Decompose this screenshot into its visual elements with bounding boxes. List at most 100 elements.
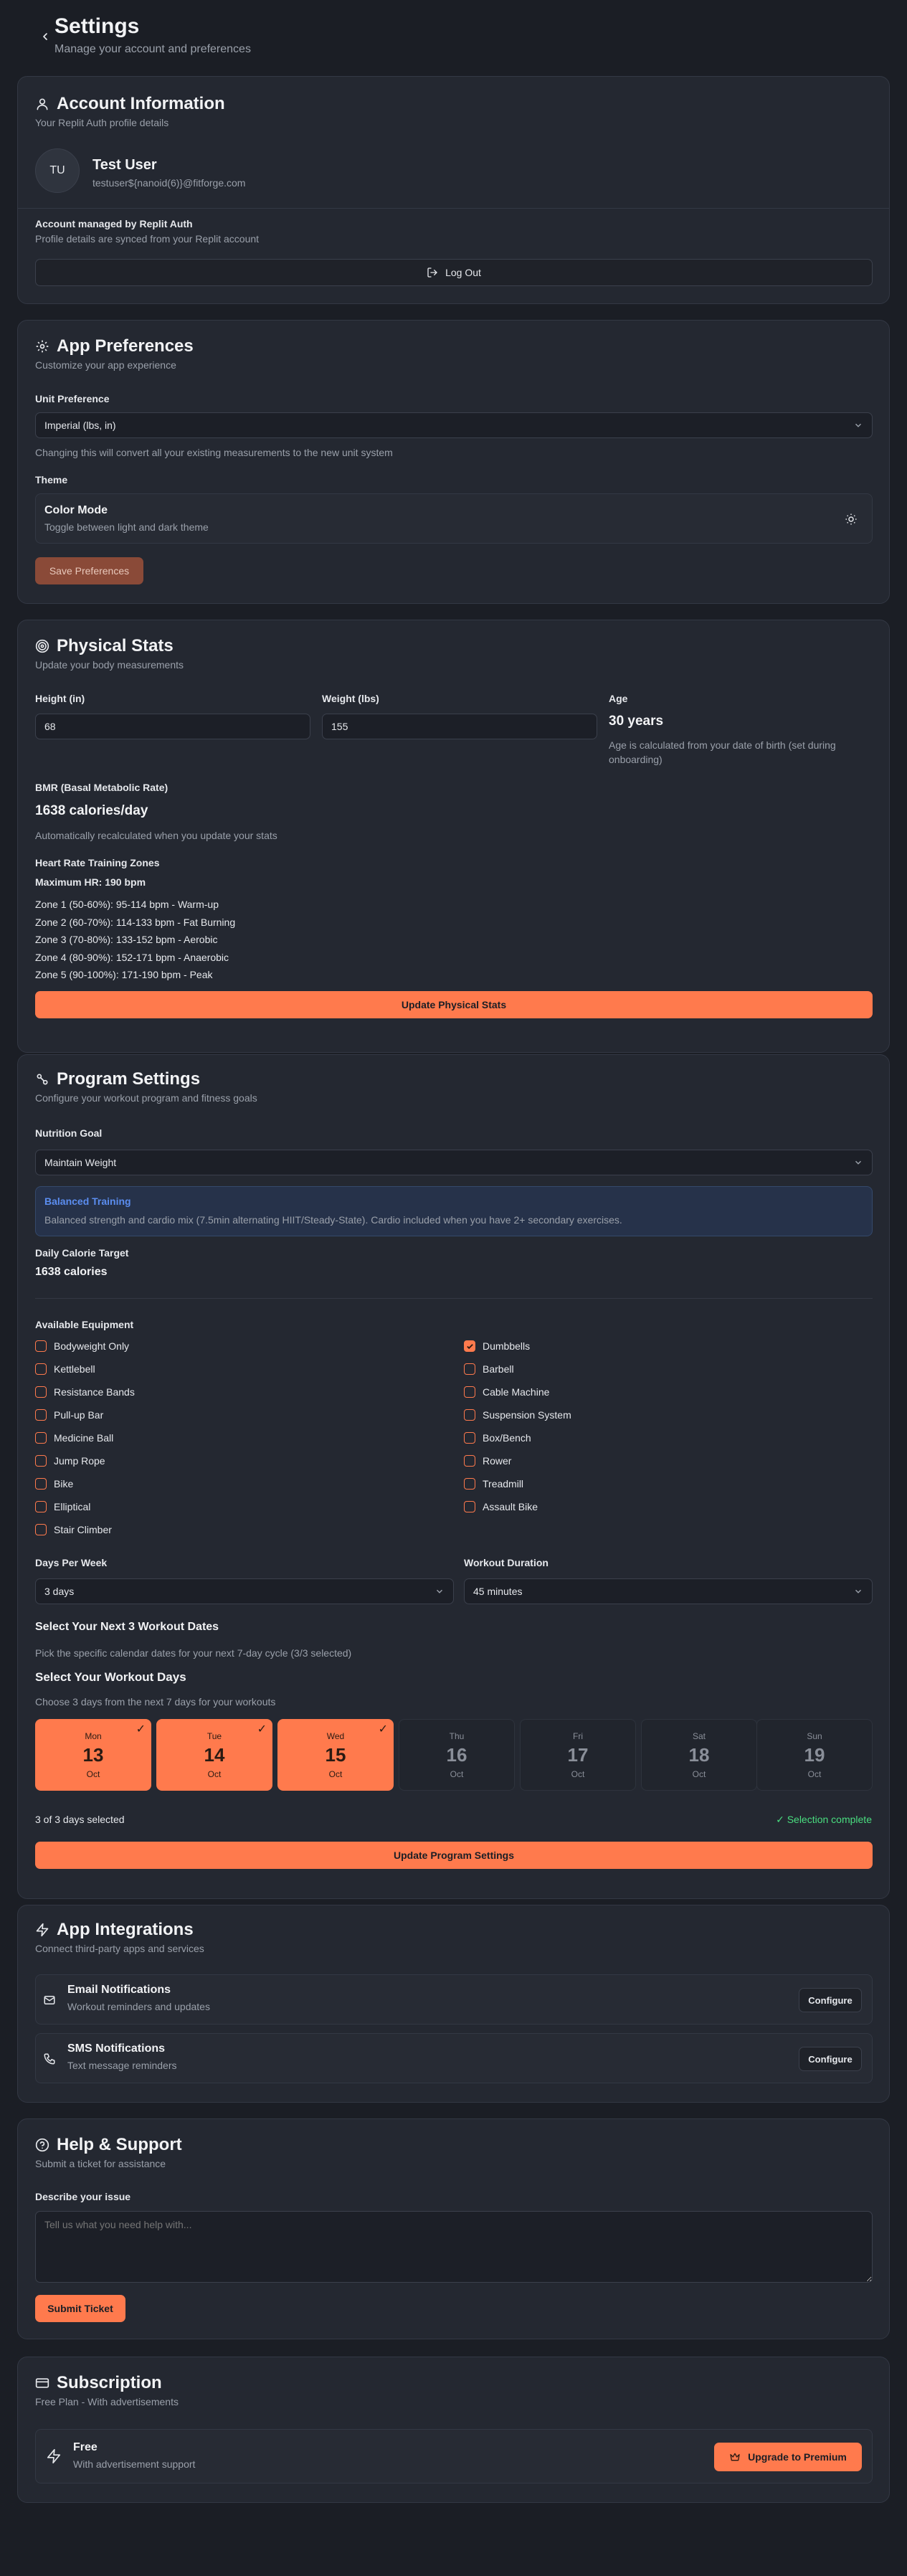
managed-note: Profile details are synced from your Rep… xyxy=(35,233,260,245)
equipment-label-text: Stair Climber xyxy=(54,1524,112,1535)
day-card[interactable]: ✓ Tue 14 Oct xyxy=(156,1719,272,1791)
plan-row: Free With advertisement support Upgrade … xyxy=(35,2429,873,2483)
weight-label: Weight (lbs) xyxy=(322,693,379,704)
equipment-checkbox[interactable]: Resistance Bands xyxy=(35,1386,135,1398)
avatar: TU xyxy=(35,148,80,193)
weight-input[interactable]: 155 xyxy=(322,714,597,739)
equipment-label-text: Resistance Bands xyxy=(54,1386,135,1398)
day-picker: ✓ Mon 13 Oct ✓ Tue 14 Oct ✓ Wed 15 Oct Thu 16 Oct F… xyxy=(35,1719,873,1791)
unit-select[interactable]: Imperial (lbs, in) xyxy=(35,412,873,438)
equipment-checkbox[interactable]: Treadmill xyxy=(464,1478,523,1490)
checkbox[interactable] xyxy=(35,1432,47,1444)
configure-sms-button[interactable]: Configure xyxy=(799,2047,862,2071)
day-date: 19 xyxy=(804,1743,825,1766)
integrations-card: App Integrations Connect third-party app… xyxy=(17,1905,890,2103)
equipment-checkbox[interactable]: Bike xyxy=(35,1478,73,1490)
goal-info-text: Balanced strength and cardio mix (7.5min… xyxy=(44,1214,622,1226)
checkbox[interactable] xyxy=(464,1386,475,1398)
checkbox[interactable] xyxy=(35,1409,47,1421)
back-button[interactable] xyxy=(36,27,54,46)
day-name: Fri xyxy=(573,1730,583,1741)
day-card[interactable]: ✓ Wed 15 Oct xyxy=(277,1719,394,1791)
checkbox[interactable] xyxy=(35,1340,47,1352)
subscription-card: Subscription Free Plan - With advertisem… xyxy=(17,2357,890,2503)
bmr-note: Automatically recalculated when you upda… xyxy=(35,830,277,841)
checkbox-checked[interactable] xyxy=(464,1340,475,1352)
next-dates-sub: Pick the specific calendar dates for you… xyxy=(35,1647,352,1659)
upgrade-button[interactable]: Upgrade to Premium xyxy=(714,2443,862,2471)
logout-button[interactable]: Log Out xyxy=(35,259,873,286)
equipment-checkbox[interactable]: Dumbbells xyxy=(464,1340,530,1352)
equipment-checkbox[interactable]: Cable Machine xyxy=(464,1386,549,1398)
height-input[interactable]: 68 xyxy=(35,714,310,739)
theme-toggle[interactable] xyxy=(843,511,859,527)
sms-sub: Text message reminders xyxy=(67,2060,177,2071)
equipment-checkbox[interactable]: Suspension System xyxy=(464,1409,571,1421)
checkbox[interactable] xyxy=(35,1455,47,1467)
equipment-checkbox[interactable]: Kettlebell xyxy=(35,1363,95,1375)
submit-ticket-button[interactable]: Submit Ticket xyxy=(35,2295,125,2322)
height-label: Height (in) xyxy=(35,693,85,704)
nutrition-select[interactable]: Maintain Weight xyxy=(35,1150,873,1175)
email-sub: Workout reminders and updates xyxy=(67,2001,210,2012)
day-card[interactable]: Sat 18 Oct xyxy=(641,1719,757,1791)
phone-icon xyxy=(44,2053,55,2065)
checkbox[interactable] xyxy=(464,1501,475,1512)
duration-select[interactable]: 45 minutes xyxy=(464,1578,873,1604)
mail-icon xyxy=(44,1996,55,2004)
configure-email-button[interactable]: Configure xyxy=(799,1988,862,2012)
unit-note: Changing this will convert all your exis… xyxy=(35,447,393,458)
max-hr: Maximum HR: 190 bpm xyxy=(35,876,146,888)
plan-sub: With advertisement support xyxy=(73,2458,196,2470)
day-card[interactable]: Sun 19 Oct xyxy=(756,1719,873,1791)
checkbox[interactable] xyxy=(464,1478,475,1490)
checkbox[interactable] xyxy=(464,1363,475,1375)
checkbox[interactable] xyxy=(464,1409,475,1421)
sms-integration-row: SMS Notifications Text message reminders… xyxy=(35,2033,873,2083)
checkbox[interactable] xyxy=(464,1432,475,1444)
chevron-down-icon xyxy=(855,1589,862,1594)
physical-title-text: Physical Stats xyxy=(57,636,174,655)
checkbox[interactable] xyxy=(35,1363,47,1375)
equipment-checkbox[interactable]: Pull-up Bar xyxy=(35,1409,103,1421)
equipment-checkbox[interactable]: Jump Rope xyxy=(35,1455,105,1467)
settings-page: Settings Manage your account and prefere… xyxy=(0,0,907,2576)
day-card[interactable]: ✓ Mon 13 Oct xyxy=(35,1719,151,1791)
checkbox[interactable] xyxy=(35,1478,47,1490)
integrations-title: App Integrations xyxy=(35,1920,872,1940)
update-physical-button[interactable]: Update Physical Stats xyxy=(35,991,873,1018)
equipment-checkbox[interactable]: Box/Bench xyxy=(464,1432,531,1444)
equipment-checkbox[interactable]: Bodyweight Only xyxy=(35,1340,129,1352)
selected-count: 3 of 3 days selected xyxy=(35,1814,125,1825)
equipment-checkbox[interactable]: Rower xyxy=(464,1455,511,1467)
program-title-text: Program Settings xyxy=(57,1069,201,1089)
equipment-label-text: Kettlebell xyxy=(54,1363,95,1375)
days-per-week-select[interactable]: 3 days xyxy=(35,1578,454,1604)
day-month: Oct xyxy=(807,1768,822,1779)
checkbox[interactable] xyxy=(464,1455,475,1467)
save-preferences-button[interactable]: Save Preferences xyxy=(35,557,143,584)
divider xyxy=(35,1298,873,1299)
equipment-checkbox[interactable]: Barbell xyxy=(464,1363,514,1375)
support-card: Help & Support Submit a ticket for assis… xyxy=(17,2118,890,2339)
day-card[interactable]: Fri 17 Oct xyxy=(520,1719,636,1791)
equipment-checkbox[interactable]: Medicine Ball xyxy=(35,1432,113,1444)
checkbox[interactable] xyxy=(35,1524,47,1535)
goal-info-box: Balanced Training Balanced strength and … xyxy=(35,1186,873,1236)
equipment-checkbox[interactable]: Assault Bike xyxy=(464,1501,538,1512)
calorie-value: 1638 calories xyxy=(35,1266,108,1278)
equipment-checkbox[interactable]: Elliptical xyxy=(35,1501,90,1512)
equipment-label-text: Dumbbells xyxy=(483,1340,531,1352)
support-subtitle: Submit a ticket for assistance xyxy=(35,2158,166,2169)
equipment-checkbox[interactable]: Stair Climber xyxy=(35,1524,112,1535)
describe-label: Describe your issue xyxy=(35,2191,131,2202)
issue-textarea[interactable] xyxy=(35,2211,873,2283)
program-settings-card: Program Settings Configure your workout … xyxy=(17,1054,890,1899)
checkbox[interactable] xyxy=(35,1501,47,1512)
update-program-button[interactable]: Update Program Settings xyxy=(35,1842,873,1869)
color-mode-sub: Toggle between light and dark theme xyxy=(44,521,209,533)
day-card[interactable]: Thu 16 Oct xyxy=(399,1719,515,1791)
account-card: Account Information Your Replit Auth pro… xyxy=(17,76,890,304)
checkbox[interactable] xyxy=(35,1386,47,1398)
upgrade-label: Upgrade to Premium xyxy=(748,2451,847,2463)
